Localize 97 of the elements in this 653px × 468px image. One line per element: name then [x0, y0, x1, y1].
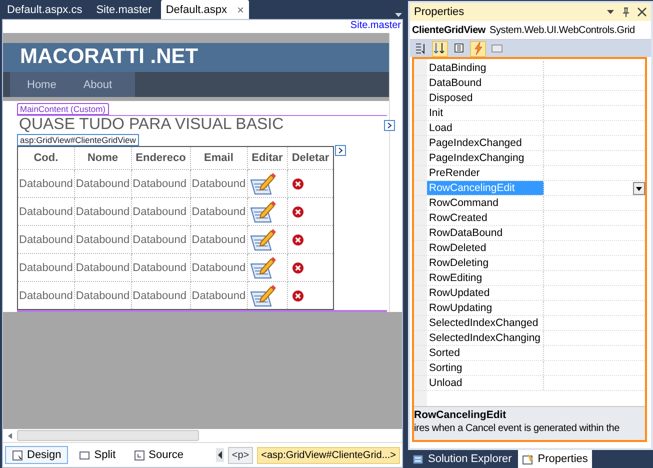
close-icon[interactable]	[637, 7, 647, 17]
event-name[interactable]: PageIndexChanged	[427, 136, 544, 150]
edit-icon[interactable]	[248, 172, 277, 196]
table-cell: Databound	[131, 254, 190, 282]
table-cell: Databound	[18, 254, 74, 282]
delete-icon[interactable]	[292, 178, 304, 190]
table-cell: Databound	[74, 170, 132, 198]
table-cell: Databound	[74, 198, 132, 226]
edit-icon[interactable]	[248, 284, 277, 308]
page-heading: QUASE TUDO PARA VISUAL BASIC	[18, 116, 285, 134]
column-header: Endereco	[131, 146, 190, 170]
event-name[interactable]: Init	[427, 106, 544, 120]
description-text: ires when a Cancel event is generated within the	[414, 423, 620, 434]
event-name[interactable]: SelectedIndexChanged	[427, 316, 544, 330]
table-cell: Databound	[18, 226, 74, 254]
tab-icon	[412, 453, 424, 465]
delete-icon[interactable]	[292, 234, 304, 246]
event-name[interactable]: PageIndexChanging	[427, 151, 544, 165]
column-header: Email	[190, 146, 248, 170]
table-cell: Databound	[131, 226, 190, 254]
table-cell: Databound	[190, 226, 248, 254]
table-cell: Databound	[131, 170, 190, 198]
event-name[interactable]: RowUpdated	[427, 286, 544, 300]
event-name[interactable]: Sorting	[427, 361, 544, 375]
table-cell: Databound	[190, 198, 248, 226]
view-tab[interactable]: Source	[126, 446, 191, 464]
smart-tag-button[interactable]	[384, 120, 395, 131]
tag-breadcrumb[interactable]: <asp:GridView#ClienteGrid...>	[257, 446, 400, 464]
previous-tag-icon[interactable]	[216, 448, 224, 462]
sort-icon[interactable]	[434, 42, 446, 55]
table-cell: Databound	[18, 170, 74, 198]
master-page-link[interactable]: Site.master	[350, 20, 401, 33]
view-icon	[134, 450, 145, 460]
document-tab[interactable]: Default.aspx ×	[160, 0, 250, 19]
event-name[interactable]: RowCreated	[427, 211, 544, 225]
event-name[interactable]: RowCommand	[427, 196, 544, 210]
table-cell: Databound	[74, 282, 132, 310]
table-cell: Databound	[18, 282, 74, 310]
table-cell: Databound	[131, 198, 190, 226]
tag-breadcrumb[interactable]: <p>	[228, 446, 254, 464]
table-cell: Databound	[190, 170, 248, 198]
tool-window-tab[interactable]: Properties	[518, 450, 592, 468]
scrollbar-thumb[interactable]	[17, 430, 199, 441]
scroll-left-icon[interactable]	[7, 432, 13, 440]
event-name[interactable]: DataBound	[427, 76, 544, 90]
document-tab[interactable]: Default.aspx.cs	[2, 0, 88, 19]
panel-title: Properties	[414, 6, 466, 18]
column-header: Nome	[74, 146, 132, 170]
control-tag: asp:GridView#ClienteGridView	[17, 134, 139, 146]
dropdown-button[interactable]	[633, 182, 645, 194]
event-name[interactable]: Load	[427, 121, 544, 135]
delete-icon[interactable]	[292, 206, 304, 218]
document-tab[interactable]: Site.master	[91, 0, 157, 19]
content-placeholder-tag: MainContent (Custom)	[17, 103, 109, 115]
pin-icon[interactable]	[621, 7, 631, 17]
tool-window-tab[interactable]: Solution Explorer	[408, 450, 516, 468]
edit-icon[interactable]	[248, 200, 277, 224]
edit-icon[interactable]	[248, 228, 277, 252]
event-name[interactable]: DataBinding	[427, 61, 544, 75]
table-cell: Databound	[74, 254, 132, 282]
lightning-icon[interactable]	[472, 42, 484, 55]
event-name[interactable]: Unload	[427, 376, 544, 390]
event-name[interactable]: RowEditing	[427, 271, 544, 285]
table-cell: Databound	[190, 254, 248, 282]
chevron-icon	[385, 121, 394, 130]
table-cell: Databound	[18, 198, 74, 226]
site-title: MACORATTI .NET	[20, 45, 198, 70]
event-name[interactable]: PreRender	[427, 166, 544, 180]
column-header: Cod.	[18, 146, 74, 170]
close-icon[interactable]: ×	[237, 3, 244, 17]
event-name[interactable]: Sorted	[427, 346, 544, 360]
dropdown-icon[interactable]	[606, 8, 615, 16]
event-name[interactable]: RowDeleting	[427, 256, 544, 270]
view-icon	[12, 450, 23, 460]
table-cell: Databound	[74, 226, 132, 254]
tab-icon	[522, 453, 534, 465]
menu-link[interactable]: About	[83, 78, 112, 90]
categorized-icon[interactable]	[415, 42, 427, 55]
delete-icon[interactable]	[292, 290, 304, 302]
event-name[interactable]: SelectedIndexChanging	[427, 331, 544, 345]
description-title: RowCancelingEdit	[414, 409, 508, 421]
column-header: Editar	[247, 146, 288, 170]
menu-link[interactable]: Home	[27, 78, 56, 90]
event-name[interactable]: RowDeleted	[427, 241, 544, 255]
event-name[interactable]: Disposed	[427, 91, 544, 105]
event-name[interactable]: RowDataBound	[427, 226, 544, 240]
properties-icon[interactable]	[453, 42, 465, 55]
edit-icon[interactable]	[248, 256, 277, 280]
view-icon	[79, 450, 90, 460]
smart-tag-button[interactable]	[335, 145, 346, 156]
table-cell: Databound	[190, 282, 248, 310]
table-cell: Databound	[131, 282, 190, 310]
view-tab[interactable]: Design	[5, 446, 68, 464]
chevron-icon	[336, 146, 346, 155]
event-name[interactable]: RowUpdating	[427, 301, 544, 315]
view-tab[interactable]: Split	[72, 446, 123, 464]
delete-icon[interactable]	[292, 262, 304, 274]
